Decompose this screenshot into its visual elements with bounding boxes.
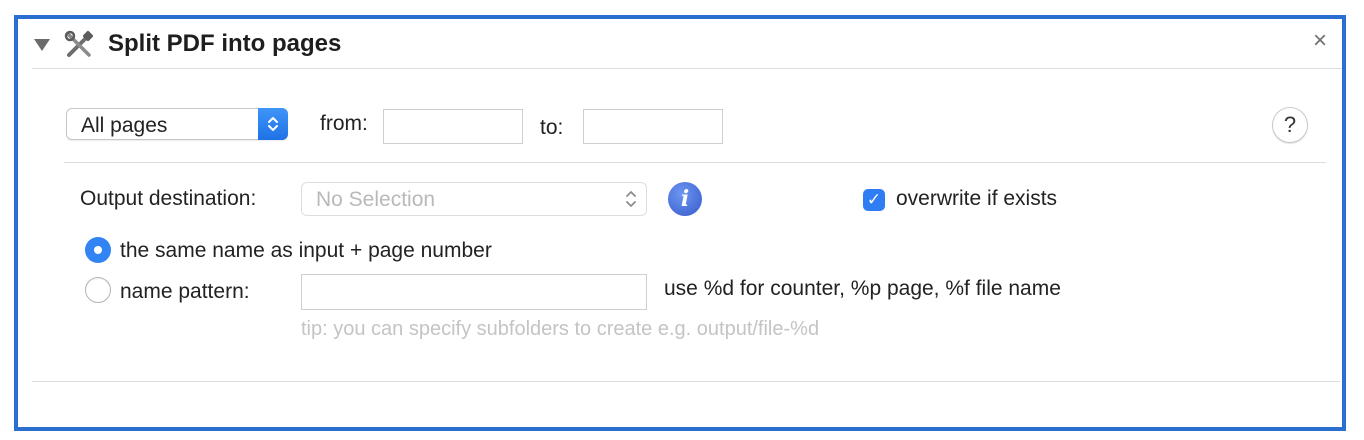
disclosure-triangle-icon[interactable] (34, 39, 50, 51)
subfolder-tip: tip: you can specify subfolders to creat… (301, 318, 820, 340)
help-icon[interactable]: ? (1272, 107, 1308, 143)
section-divider (64, 162, 1326, 163)
close-icon[interactable]: × (1310, 29, 1330, 53)
name-pattern-field[interactable] (301, 274, 647, 310)
same-name-label[interactable]: the same name as input + page number (120, 239, 492, 263)
tools-icon (64, 30, 94, 60)
from-field[interactable] (383, 109, 523, 144)
chevron-updown-icon (624, 186, 638, 214)
info-icon[interactable]: i (668, 182, 702, 216)
output-destination-popup[interactable]: No Selection (301, 182, 647, 216)
header-divider (32, 68, 1342, 69)
from-label: from: (320, 112, 368, 135)
output-destination-value: No Selection (316, 188, 436, 211)
page-range-popup[interactable]: All pages (66, 108, 288, 140)
overwrite-label[interactable]: overwrite if exists (896, 187, 1057, 211)
chevron-updown-icon (258, 108, 288, 140)
radio-same-name[interactable] (85, 237, 111, 263)
action-title: Split PDF into pages (108, 30, 342, 57)
output-destination-label: Output destination: (80, 187, 257, 210)
page-range-selected: All pages (81, 114, 168, 137)
overwrite-checkbox[interactable]: ✓ (863, 189, 885, 211)
name-pattern-label[interactable]: name pattern: (120, 280, 250, 304)
to-label: to: (540, 116, 564, 139)
footer-divider (32, 381, 1340, 382)
radio-name-pattern[interactable] (85, 277, 111, 303)
checkmark-icon: ✓ (866, 190, 882, 209)
pattern-hint: use %d for counter, %p page, %f file nam… (664, 277, 1061, 300)
to-field[interactable] (583, 109, 723, 144)
action-panel: Split PDF into pages × All pages from: t… (14, 15, 1346, 431)
